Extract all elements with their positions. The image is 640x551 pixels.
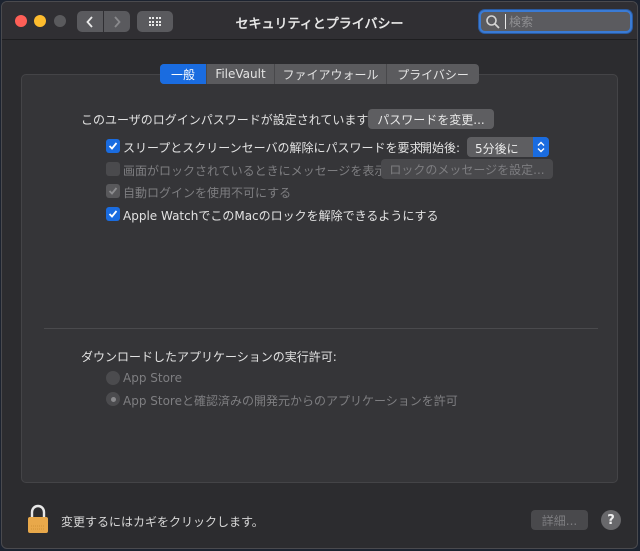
require-password-label: スリープとスクリーンセーバの解除にパスワードを要求 xyxy=(123,141,422,155)
section-divider xyxy=(44,328,598,329)
tab-firewall[interactable]: ファイアウォール xyxy=(275,64,387,84)
tab-bar: 一般 FileVault ファイアウォール プライバシー xyxy=(160,64,479,84)
title-bar: セキュリティとプライバシー xyxy=(2,2,637,40)
tab-filevault[interactable]: FileVault xyxy=(207,64,275,84)
show-message-checkbox[interactable] xyxy=(106,162,120,176)
search-input[interactable] xyxy=(505,14,625,29)
downloads-heading: ダウンロードしたアプリケーションの実行許可: xyxy=(81,350,337,364)
start-after-value: 5分後に xyxy=(475,142,519,156)
apple-watch-checkbox[interactable] xyxy=(106,207,120,221)
lock-icon[interactable] xyxy=(26,504,50,534)
app-store-label: App Store xyxy=(123,371,182,385)
search-field[interactable] xyxy=(479,10,632,33)
start-after-select[interactable]: 5分後に xyxy=(467,137,549,157)
preferences-window: セキュリティとプライバシー 一般 FileVault ファイアウォール プライバ… xyxy=(1,1,638,549)
set-lock-message-button[interactable]: ロックのメッセージを設定... xyxy=(381,159,553,179)
checkmark-icon xyxy=(108,142,118,150)
require-password-checkbox[interactable] xyxy=(106,139,120,153)
show-message-label: 画面がロックされているときにメッセージを表示 xyxy=(123,164,387,178)
help-button[interactable]: ? xyxy=(601,510,621,530)
checkmark-icon xyxy=(108,187,118,195)
general-panel xyxy=(21,74,618,483)
password-status-label: このユーザのログインパスワードが設定されています xyxy=(81,113,369,127)
search-icon xyxy=(486,14,500,29)
app-store-radio[interactable] xyxy=(106,371,120,385)
disable-auto-login-label: 自動ログインを使用不可にする xyxy=(123,186,292,200)
disable-auto-login-checkbox[interactable] xyxy=(106,184,120,198)
apple-watch-label: Apple WatchでこのMacのロックを解除できるようにする xyxy=(123,209,439,223)
app-store-identified-radio[interactable] xyxy=(106,392,120,406)
lock-message: 変更するにはカギをクリックします。 xyxy=(61,515,264,529)
start-after-label: 開始後: xyxy=(420,141,461,155)
app-store-identified-label: App Storeと確認済みの開発元からのアプリケーションを許可 xyxy=(123,394,458,408)
advanced-button[interactable]: 詳細... xyxy=(531,510,588,530)
checkmark-icon xyxy=(108,210,118,218)
updown-chevron-icon xyxy=(533,137,549,157)
change-password-button[interactable]: パスワードを変更... xyxy=(368,109,494,129)
tab-privacy[interactable]: プライバシー xyxy=(387,64,479,84)
tab-general[interactable]: 一般 xyxy=(160,64,207,84)
